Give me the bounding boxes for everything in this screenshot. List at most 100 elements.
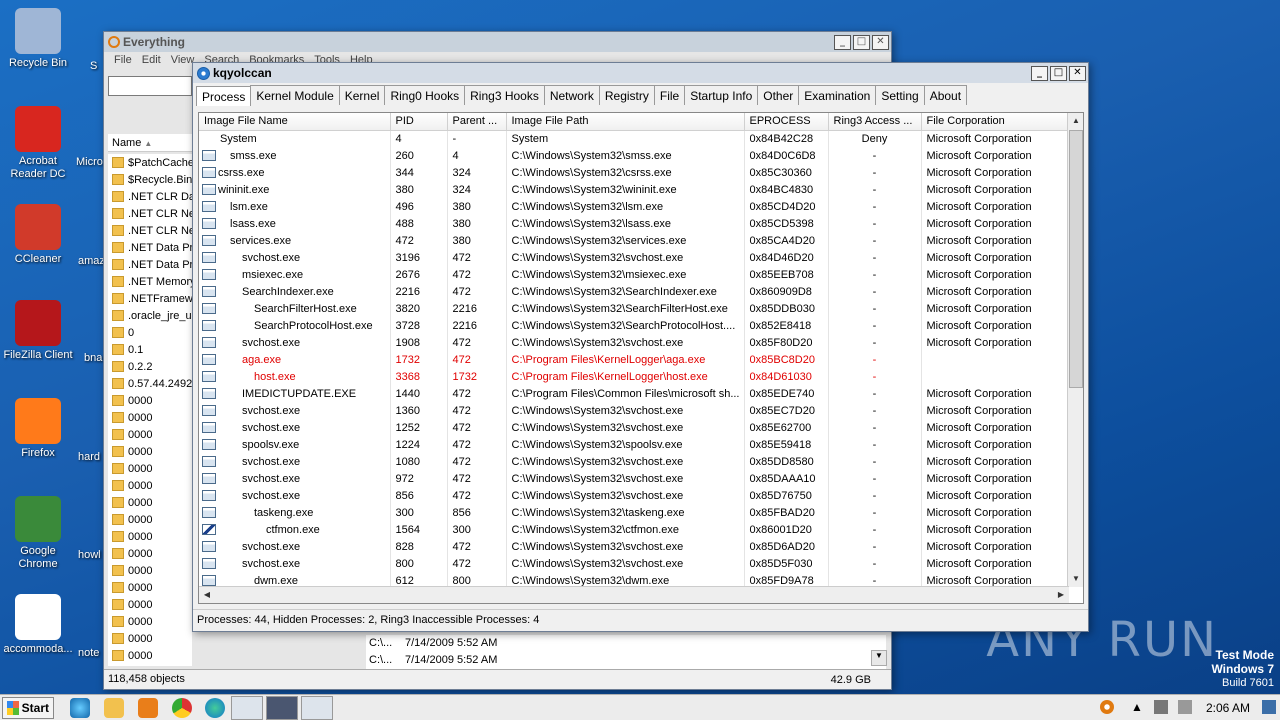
clock[interactable]: 2:06 AM	[1206, 701, 1250, 715]
tray-flag-icon[interactable]	[1178, 700, 1192, 714]
tab-other[interactable]: Other	[757, 85, 800, 105]
scroll-left-arrow-icon[interactable]: ◀	[199, 587, 215, 603]
file-row[interactable]: 0000	[108, 528, 192, 545]
process-row[interactable]: taskeng.exe 300 856 C:\Windows\System32\tas…	[199, 504, 1068, 521]
chrome-icon[interactable]	[172, 698, 192, 718]
column-header[interactable]: Ring3 Access ...	[828, 113, 922, 131]
vertical-scrollbar[interactable]: ▲ ▼	[1067, 113, 1083, 587]
process-row[interactable]: SearchIndexer.exe 2216 472 C:\Windows\Syste…	[199, 283, 1068, 300]
tab-ring0-hooks[interactable]: Ring0 Hooks	[384, 85, 466, 105]
file-row[interactable]: 0000	[108, 562, 192, 579]
ie-icon[interactable]	[70, 698, 90, 718]
scroll-down-arrow-icon[interactable]: ▼	[1068, 571, 1083, 587]
desktop-icon[interactable]: accommoda...	[0, 594, 76, 656]
file-row[interactable]: .oracle_jre_u	[108, 307, 192, 324]
file-row[interactable]: 0000	[108, 426, 192, 443]
minimize-button[interactable]: _	[1031, 65, 1048, 81]
minimize-button[interactable]: _	[834, 34, 851, 50]
process-row[interactable]: svchost.exe 1080 472 C:\Windows\System32\sv…	[199, 453, 1068, 470]
process-row[interactable]: spoolsv.exe 1224 472 C:\Windows\System32\sp…	[199, 436, 1068, 453]
column-header[interactable]: Image File Name	[199, 113, 391, 131]
taskbar-app-window-icon[interactable]	[231, 696, 263, 720]
file-row[interactable]: .NET CLR Dat	[108, 188, 192, 205]
tab-network[interactable]: Network	[543, 85, 600, 105]
file-row[interactable]: 0000	[108, 596, 192, 613]
process-row[interactable]: csrss.exe 344 324 C:\Windows\System32\csrss…	[199, 164, 1068, 181]
file-row[interactable]: $PatchCache	[108, 154, 192, 171]
file-row[interactable]: 0000	[108, 392, 192, 409]
taskbar-kqyolccan-icon[interactable]	[301, 696, 333, 720]
desktop-icon[interactable]: Firefox	[0, 398, 76, 460]
file-row[interactable]: 0000	[108, 443, 192, 460]
show-desktop-icon[interactable]	[1262, 700, 1276, 714]
tray-expand-icon[interactable]: ▲	[1130, 700, 1144, 714]
process-row[interactable]: smss.exe 260 4 C:\Windows\System32\smss.exe…	[199, 147, 1068, 164]
edge-icon[interactable]	[205, 698, 225, 718]
process-row[interactable]: services.exe 472 380 C:\Windows\System32\se…	[199, 232, 1068, 249]
process-row[interactable]: ctfmon.exe 1564 300 C:\Windows\System32\ctf…	[199, 521, 1068, 538]
process-row[interactable]: host.exe 3368 1732 C:\Program Files\KernelL…	[199, 368, 1068, 385]
file-list[interactable]: $PatchCache $Recycle.Bin .NET CLR Dat .NET …	[108, 154, 192, 666]
file-row[interactable]: .NETFramew	[108, 290, 192, 307]
tray-network-icon[interactable]	[1154, 700, 1168, 714]
file-row[interactable]: 0000	[108, 511, 192, 528]
process-row[interactable]: msiexec.exe 2676 472 C:\Windows\System32\ms…	[199, 266, 1068, 283]
file-row[interactable]: .NET Data Pr	[108, 256, 192, 273]
everything-titlebar[interactable]: Everything _ □ ✕	[104, 32, 891, 52]
file-row[interactable]: 0000	[108, 647, 192, 664]
close-button[interactable]: ✕	[1069, 65, 1086, 81]
file-row[interactable]: 0000	[108, 494, 192, 511]
process-row[interactable]: svchost.exe 800 472 C:\Windows\System32\svc…	[199, 555, 1068, 572]
desktop-icon[interactable]: CCleaner	[0, 204, 76, 266]
kqyolccan-window[interactable]: kqyolccan _ □ ✕ Process Kernel Module Kern…	[192, 62, 1089, 632]
file-row[interactable]: 0000	[108, 613, 192, 630]
process-row[interactable]: aga.exe 1732 472 C:\Program Files\KernelLog…	[199, 351, 1068, 368]
process-row[interactable]: wininit.exe 380 324 C:\Windows\System32\win…	[199, 181, 1068, 198]
scroll-down-arrow-icon[interactable]: ▼	[871, 650, 887, 666]
desktop-icon[interactable]: FileZilla Client	[0, 300, 76, 362]
tray-search-icon[interactable]	[1100, 700, 1114, 714]
tab-ring3-hooks[interactable]: Ring3 Hooks	[464, 85, 545, 105]
explorer-icon[interactable]	[104, 698, 124, 718]
tab-kernel-module[interactable]: Kernel Module	[250, 85, 340, 105]
process-row[interactable]: lsass.exe 488 380 C:\Windows\System32\lsass…	[199, 215, 1068, 232]
file-row[interactable]: .NET CLR Net	[108, 205, 192, 222]
scroll-thumb[interactable]	[1069, 130, 1083, 388]
result-row[interactable]: C:\... 7/14/2009 5:52 AM	[366, 652, 886, 669]
desktop-icon[interactable]: Recycle Bin	[0, 8, 76, 70]
column-header[interactable]: Parent ...	[447, 113, 507, 131]
tab-setting[interactable]: Setting	[875, 85, 925, 105]
file-row[interactable]: 0.57.44.2492	[108, 375, 192, 392]
column-header[interactable]: File Corporation	[921, 113, 1068, 131]
start-button[interactable]: Start	[2, 697, 54, 719]
process-row[interactable]: SearchFilterHost.exe 3820 2216 C:\Windows\S…	[199, 300, 1068, 317]
file-row[interactable]: 0000	[108, 630, 192, 647]
process-row[interactable]: svchost.exe 856 472 C:\Windows\System32\svc…	[199, 487, 1068, 504]
tab-process[interactable]: Process	[196, 86, 252, 106]
file-row[interactable]: $Recycle.Bin	[108, 171, 192, 188]
file-row[interactable]: .NET CLR Net	[108, 222, 192, 239]
column-header[interactable]: PID	[390, 113, 448, 131]
file-row[interactable]: 0.1	[108, 341, 192, 358]
process-row[interactable]: svchost.exe 972 472 C:\Windows\System32\svc…	[199, 470, 1068, 487]
result-rows[interactable]: C:\... 7/14/2009 5:52 AM C:\... 7/14/2009 5…	[366, 635, 886, 669]
process-row[interactable]: svchost.exe 1252 472 C:\Windows\System32\sv…	[199, 419, 1068, 436]
file-row[interactable]: 0000	[108, 477, 192, 494]
column-header[interactable]: EPROCESS	[744, 113, 829, 131]
process-row[interactable]: svchost.exe 828 472 C:\Windows\System32\svc…	[199, 538, 1068, 555]
tab-kernel[interactable]: Kernel	[338, 85, 386, 105]
maximize-button[interactable]: □	[1050, 65, 1067, 81]
scroll-up-arrow-icon[interactable]: ▲	[1068, 113, 1083, 129]
process-row[interactable]: System 4- System 0x84B42C28 Deny Microsoft Co…	[199, 130, 1068, 147]
search-input[interactable]	[108, 76, 192, 96]
file-row[interactable]: .NET Data Pr	[108, 239, 192, 256]
file-row[interactable]: 0000	[108, 545, 192, 562]
column-header-name[interactable]: Name ▲	[108, 134, 192, 152]
desktop-icon[interactable]: Google Chrome	[0, 496, 76, 571]
tab-registry[interactable]: Registry	[598, 85, 655, 105]
kq-titlebar[interactable]: kqyolccan _ □ ✕	[193, 63, 1088, 83]
file-row[interactable]: 0.2.2	[108, 358, 192, 375]
process-row[interactable]: svchost.exe 1360 472 C:\Windows\System32\sv…	[199, 402, 1068, 419]
file-row[interactable]: 0000	[108, 460, 192, 477]
file-row[interactable]: .NET Memory	[108, 273, 192, 290]
